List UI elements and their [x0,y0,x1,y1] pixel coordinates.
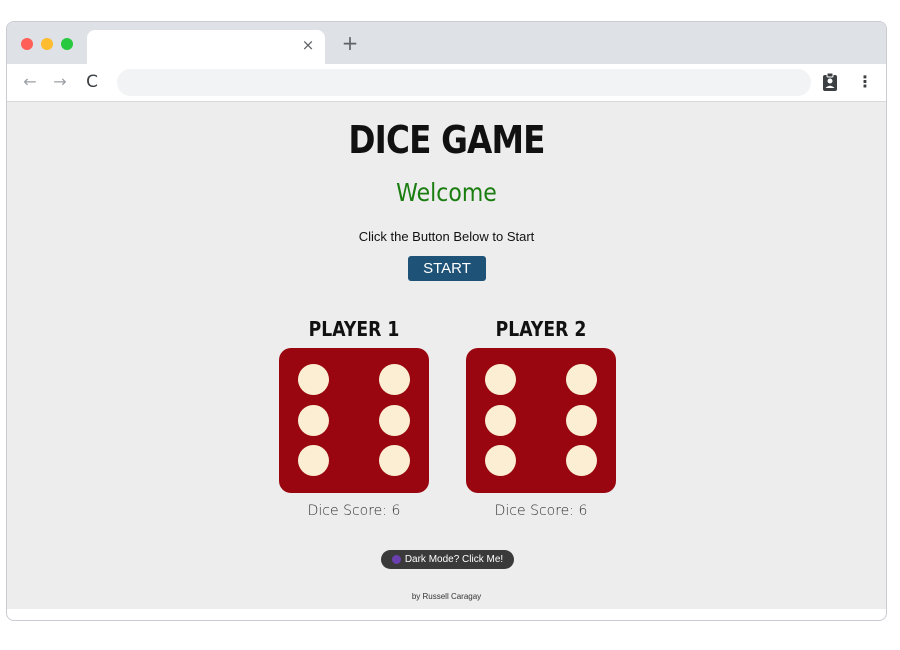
player-1-die [279,348,429,493]
die-pip [298,445,329,476]
die-pip [379,445,410,476]
tab-close-icon[interactable]: × [299,36,317,54]
player-name: PLAYER 2 [495,317,587,341]
dark-mode-button[interactable]: Dark Mode? Click Me! [381,550,514,569]
page-title: DICE GAME [348,118,545,162]
browser-tab[interactable]: × [87,30,325,64]
instruction-text: Click the Button Below to Start [358,229,535,244]
dark-mode-label: Dark Mode? Click Me! [404,554,504,565]
player-2-panel: PLAYER 2 Dice Score: 6 [465,314,617,519]
die-pip [379,364,410,395]
dice-score: Dice Score: 6 [307,503,401,519]
footer-credit: by Russell Caragay [411,592,482,601]
close-window-button[interactable] [21,38,33,50]
die-pip [566,364,597,395]
clipboard-person-icon[interactable] [822,72,838,92]
die-pip [566,445,597,476]
page-content: DICE GAME Welcome Click the Button Below… [7,102,886,609]
reload-icon[interactable]: C [81,70,103,94]
moon-icon [391,555,401,564]
browser-window: × + ← → C ⋮ DICE GAME Welcome Click the … [6,21,887,621]
die-pip [298,404,329,436]
start-button[interactable]: START [408,256,486,281]
maximize-window-button[interactable] [61,38,73,50]
die-pip [298,364,329,395]
welcome-message: Welcome [396,178,497,207]
browser-toolbar: ← → C ⋮ [7,64,886,102]
address-bar[interactable] [117,69,811,96]
tab-bar: × + [7,22,886,64]
die-pip [485,404,516,436]
forward-arrow-icon[interactable]: → [49,70,71,94]
new-tab-icon[interactable]: + [339,32,361,54]
player-2-die [466,348,616,493]
minimize-window-button[interactable] [41,38,53,50]
die-pip [485,445,516,476]
player-1-panel: PLAYER 1 Dice Score: 6 [278,314,430,519]
die-pip [566,404,597,436]
dice-score: Dice Score: 6 [494,503,588,519]
back-arrow-icon[interactable]: ← [19,70,41,94]
die-pip [379,404,410,436]
die-pip [485,364,516,395]
more-options-icon[interactable]: ⋮ [857,71,873,93]
player-name: PLAYER 1 [308,317,400,341]
